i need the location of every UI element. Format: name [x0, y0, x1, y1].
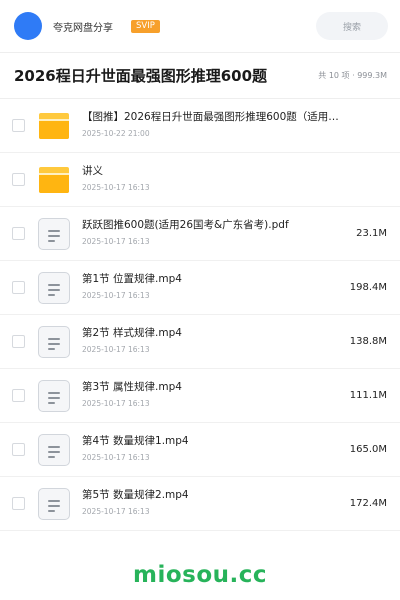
document-icon: [38, 488, 70, 520]
file-date: 2025-10-17 16:13: [82, 507, 150, 516]
file-size: 172.4M: [349, 498, 387, 509]
select-checkbox[interactable]: [12, 389, 25, 402]
item-summary: 共 10 项 · 999.3M: [318, 71, 387, 80]
file-info: 【图推】2026程日升世面最强图形推理600题（适用26国考、26省考、26事业…: [82, 110, 345, 139]
file-date: 2025-10-17 16:13: [82, 237, 150, 246]
search-input[interactable]: 搜索: [316, 12, 388, 40]
avatar[interactable]: [14, 12, 42, 40]
document-icon: [38, 434, 70, 466]
file-size: 111.1M: [349, 390, 387, 401]
file-name: 第3节 属性规律.mp4: [82, 381, 182, 393]
file-info: 讲义 2025-10-17 16:13: [82, 164, 345, 193]
file-row[interactable]: 第5节 数量规律2.mp4 2025-10-17 16:13 172.4M: [0, 477, 400, 531]
file-name: 讲义: [82, 165, 103, 177]
file-info: 第1节 位置规律.mp4 2025-10-17 16:13: [82, 272, 320, 301]
file-date: 2025-10-17 16:13: [82, 399, 150, 408]
file-size: 138.8M: [349, 336, 387, 347]
file-info: 第4节 数量规律1.mp4 2025-10-17 16:13: [82, 434, 320, 463]
file-row[interactable]: 第4节 数量规律1.mp4 2025-10-17 16:13 165.0M: [0, 423, 400, 477]
file-date: 2025-10-22 21:00: [82, 129, 150, 138]
app-name: 夸克网盘分享: [53, 22, 113, 34]
file-date: 2025-10-17 16:13: [82, 453, 150, 462]
top-bar: 夸克网盘分享 SVIP 搜索: [0, 0, 400, 52]
file-row[interactable]: 第2节 样式规律.mp4 2025-10-17 16:13 138.8M: [0, 315, 400, 369]
document-icon: [38, 326, 70, 358]
select-checkbox[interactable]: [12, 173, 25, 186]
file-row[interactable]: 第1节 位置规律.mp4 2025-10-17 16:13 198.4M: [0, 261, 400, 315]
select-checkbox[interactable]: [12, 443, 25, 456]
folder-icon: [38, 164, 70, 196]
select-checkbox[interactable]: [12, 119, 25, 132]
file-info: 第2节 样式规律.mp4 2025-10-17 16:13: [82, 326, 320, 355]
file-size: 165.0M: [349, 444, 387, 455]
document-icon: [38, 380, 70, 412]
file-name: 第2节 样式规律.mp4: [82, 327, 182, 339]
file-info: 跃跃图推600题(适用26国考&广东省考).pdf 2025-10-17 16:1…: [82, 218, 320, 247]
folder-row[interactable]: 【图推】2026程日升世面最强图形推理600题（适用26国考、26省考、26事业…: [0, 99, 400, 153]
folder-icon: [38, 110, 70, 142]
select-checkbox[interactable]: [12, 227, 25, 240]
file-list: 【图推】2026程日升世面最强图形推理600题（适用26国考、26省考、26事业…: [0, 99, 400, 531]
file-name: 【图推】2026程日升世面最强图形推理600题（适用26国考、26省考、26事业…: [82, 111, 345, 123]
folder-header: 2026程日升世面最强图形推理600题 共 10 项 · 999.3M: [0, 53, 400, 98]
file-name: 第1节 位置规律.mp4: [82, 273, 182, 285]
file-info: 第5节 数量规律2.mp4 2025-10-17 16:13: [82, 488, 320, 517]
select-checkbox[interactable]: [12, 335, 25, 348]
select-checkbox[interactable]: [12, 497, 25, 510]
folder-row[interactable]: 讲义 2025-10-17 16:13: [0, 153, 400, 207]
file-date: 2025-10-17 16:13: [82, 183, 150, 192]
select-checkbox[interactable]: [12, 281, 25, 294]
svip-badge: SVIP: [131, 19, 160, 33]
document-icon: [38, 272, 70, 304]
file-name: 第5节 数量规律2.mp4: [82, 489, 189, 501]
document-icon: [38, 218, 70, 250]
file-size: 198.4M: [349, 282, 387, 293]
page-title: 2026程日升世面最强图形推理600题: [14, 67, 268, 85]
file-date: 2025-10-17 16:13: [82, 291, 150, 300]
watermark: miosou.cc: [132, 562, 268, 588]
file-row[interactable]: 第3节 属性规律.mp4 2025-10-17 16:13 111.1M: [0, 369, 400, 423]
file-size: 23.1M: [356, 228, 387, 239]
file-row[interactable]: 跃跃图推600题(适用26国考&广东省考).pdf 2025-10-17 16:1…: [0, 207, 400, 261]
file-info: 第3节 属性规律.mp4 2025-10-17 16:13: [82, 380, 320, 409]
file-date: 2025-10-17 16:13: [82, 345, 150, 354]
file-name: 跃跃图推600题(适用26国考&广东省考).pdf: [82, 219, 289, 231]
file-name: 第4节 数量规律1.mp4: [82, 435, 189, 447]
